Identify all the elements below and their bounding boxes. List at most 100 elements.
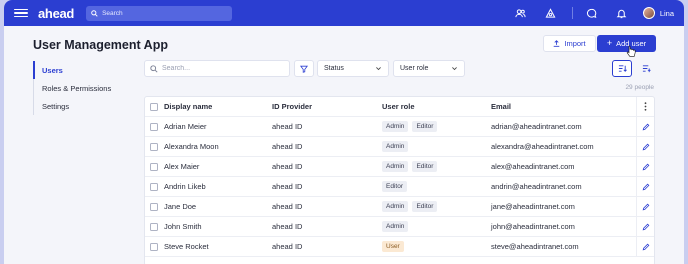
table-header: Display name ID Provider User role Email <box>145 97 654 117</box>
cell-id-provider: ahead ID <box>272 222 303 231</box>
cell-display-name: Steve Rocket <box>164 242 209 251</box>
column-header-user-role[interactable]: User role <box>382 102 491 111</box>
cell-user-role: User <box>382 241 491 252</box>
role-badge: Admin <box>382 201 409 212</box>
people-count: 29 people <box>625 84 654 91</box>
row-checkbox[interactable] <box>150 242 158 251</box>
cell-display-name: Jane Doe <box>164 202 197 211</box>
cell-email: andrin@aheadintranet.com <box>491 182 582 191</box>
sidebar-item-users[interactable]: Users <box>33 61 123 79</box>
cell-email: alexandra@aheadintranet.com <box>491 142 594 151</box>
more-options-icon[interactable] <box>636 97 654 116</box>
row-checkbox[interactable] <box>150 122 158 131</box>
cell-id-provider: ahead ID <box>272 242 303 251</box>
columns-button[interactable] <box>636 60 656 77</box>
edit-icon[interactable] <box>636 157 654 176</box>
table-row[interactable]: Alexandra Moon ahead ID Admin alexandra@… <box>145 137 654 157</box>
chat-icon[interactable] <box>581 2 603 24</box>
row-checkbox-cell <box>145 162 163 171</box>
side-nav: Users Roles & Permissions Settings <box>33 61 123 115</box>
row-checkbox[interactable] <box>150 162 158 171</box>
cell-email: alex@aheadintranet.com <box>491 162 575 171</box>
chevron-down-icon <box>452 67 457 71</box>
sidebar-item-roles-permissions[interactable]: Roles & Permissions <box>34 79 123 97</box>
select-all-checkbox[interactable] <box>150 102 158 111</box>
filter-icon <box>300 65 308 73</box>
table-row-partial <box>145 257 654 264</box>
global-search[interactable] <box>86 5 233 21</box>
row-checkbox[interactable] <box>150 182 158 191</box>
cell-user-role: Editor <box>382 181 491 192</box>
cell-display-name: Adrian Meier <box>164 122 207 131</box>
app-window: ahead Lina User Management App <box>4 0 684 264</box>
cell-id-provider: ahead ID <box>272 202 303 211</box>
row-checkbox-cell <box>145 242 163 251</box>
import-button[interactable]: Import <box>543 35 596 52</box>
edit-icon[interactable] <box>636 117 654 136</box>
cell-user-role: Admin Editor <box>382 201 491 212</box>
column-header-email[interactable]: Email <box>491 102 637 111</box>
cell-email: john@aheadintranet.com <box>491 222 575 231</box>
status-select[interactable]: Status <box>317 60 389 77</box>
user-search[interactable] <box>144 60 290 77</box>
cell-display-name: Alexandra Moon <box>164 142 219 151</box>
role-badge: Admin <box>382 221 409 232</box>
edit-icon[interactable] <box>636 197 654 216</box>
community-icon[interactable] <box>540 2 562 24</box>
row-checkbox-cell <box>145 202 163 211</box>
role-badge: Editor <box>382 181 407 192</box>
cell-id-provider: ahead ID <box>272 122 303 131</box>
column-header-id-provider[interactable]: ID Provider <box>272 102 382 111</box>
user-menu[interactable]: Lina <box>642 7 674 19</box>
cell-display-name: Andrin Likeb <box>164 182 206 191</box>
sort-button[interactable] <box>612 60 632 77</box>
status-select-label: Status <box>324 65 344 72</box>
row-checkbox[interactable] <box>150 202 158 211</box>
cell-id-provider: ahead ID <box>272 182 303 191</box>
cell-display-name: John Smith <box>164 222 202 231</box>
role-badge: Editor <box>412 161 438 172</box>
table-row[interactable]: Andrin Likeb ahead ID Editor andrin@ahea… <box>145 177 654 197</box>
column-header-display-name[interactable]: Display name <box>163 102 272 111</box>
search-icon <box>150 64 158 73</box>
chevron-down-icon <box>376 67 381 71</box>
cell-user-role: Admin <box>382 141 491 152</box>
mouse-cursor-icon <box>626 45 636 57</box>
table-row[interactable]: Steve Rocket ahead ID User steve@aheadin… <box>145 237 654 257</box>
row-checkbox-cell <box>145 222 163 231</box>
edit-icon[interactable] <box>636 137 654 156</box>
table-row[interactable]: Adrian Meier ahead ID Admin Editor adrian… <box>145 117 654 137</box>
global-search-input[interactable] <box>102 9 223 17</box>
user-search-input[interactable] <box>162 65 282 72</box>
role-badge: Editor <box>412 201 438 212</box>
menu-icon[interactable] <box>14 6 28 20</box>
user-role-select[interactable]: User role <box>393 60 465 77</box>
sidebar-item-settings[interactable]: Settings <box>34 97 123 115</box>
cell-user-role: Admin <box>382 221 491 232</box>
cell-user-role: Admin Editor <box>382 121 491 132</box>
row-checkbox[interactable] <box>150 142 158 151</box>
logo: ahead <box>38 5 75 21</box>
bell-icon[interactable] <box>611 2 633 24</box>
page-title: User Management App <box>33 38 168 52</box>
edit-icon[interactable] <box>636 217 654 236</box>
upload-icon <box>554 40 560 47</box>
table-row[interactable]: John Smith ahead ID Admin john@aheadintr… <box>145 217 654 237</box>
row-checkbox[interactable] <box>150 222 158 231</box>
row-checkbox-cell <box>145 142 163 151</box>
top-bar-actions: Lina <box>502 0 684 26</box>
avatar <box>642 7 655 19</box>
search-icon <box>91 9 98 17</box>
people-icon[interactable] <box>510 2 532 24</box>
cell-user-role: Admin Editor <box>382 161 491 172</box>
table-row[interactable]: Jane Doe ahead ID Admin Editor jane@ahead… <box>145 197 654 217</box>
users-table: Display name ID Provider User role Email… <box>144 96 655 264</box>
edit-icon[interactable] <box>636 237 654 256</box>
role-badge: Admin <box>382 161 409 172</box>
role-badge: Editor <box>412 121 438 132</box>
filter-button[interactable] <box>294 60 314 77</box>
table-body: Adrian Meier ahead ID Admin Editor adrian… <box>145 117 654 257</box>
edit-icon[interactable] <box>636 177 654 196</box>
user-role-select-label: User role <box>400 65 429 72</box>
table-row[interactable]: Alex Maier ahead ID Admin Editor alex@ahe… <box>145 157 654 177</box>
